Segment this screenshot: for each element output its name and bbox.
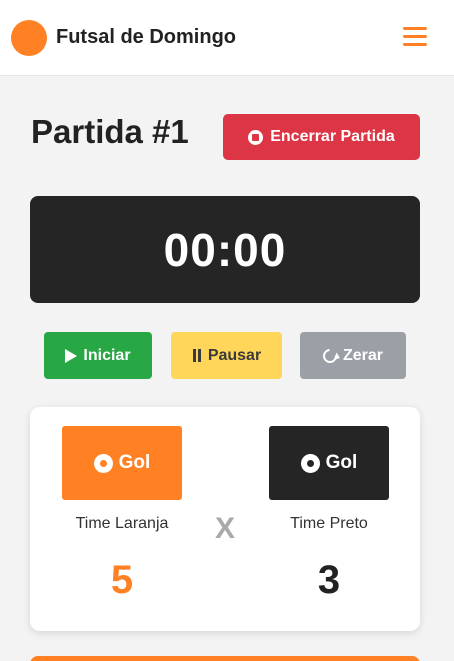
top-navbar: Futsal de Domingo <box>0 0 454 76</box>
redo-icon <box>320 345 340 366</box>
stop-circle-icon <box>248 129 264 145</box>
next-section-card <box>30 656 420 661</box>
goal-button-black[interactable]: Gol <box>269 426 389 500</box>
match-title: Partida #1 <box>31 113 189 150</box>
pause-icon <box>192 349 202 362</box>
soccer-ball-icon <box>93 453 113 473</box>
end-match-button[interactable]: Encerrar Partida <box>223 114 420 160</box>
end-match-label: Encerrar Partida <box>270 128 395 145</box>
goal-button-orange[interactable]: Gol <box>62 426 182 500</box>
versus-separator: X <box>214 512 235 545</box>
team-name-black: Time Preto <box>290 515 368 532</box>
app-title: Futsal de Domingo <box>56 26 236 48</box>
score-black: 3 <box>317 558 341 602</box>
start-button[interactable]: Iniciar <box>44 332 152 379</box>
pause-button[interactable]: Pausar <box>171 332 282 379</box>
reset-label: Zerar <box>342 346 384 364</box>
play-icon <box>65 348 78 363</box>
start-label: Iniciar <box>83 346 131 364</box>
pause-label: Pausar <box>207 346 262 364</box>
score-orange: 5 <box>110 558 134 602</box>
logo-circle-icon <box>11 20 47 56</box>
reset-button[interactable]: Zerar <box>300 332 406 379</box>
soccer-ball-icon <box>300 453 320 473</box>
match-timer: 00:00 <box>30 196 420 303</box>
team-name-orange: Time Laranja <box>75 515 169 532</box>
goal-label: Gol <box>325 452 358 473</box>
hamburger-menu-icon[interactable] <box>400 25 430 49</box>
goal-label: Gol <box>118 452 151 473</box>
